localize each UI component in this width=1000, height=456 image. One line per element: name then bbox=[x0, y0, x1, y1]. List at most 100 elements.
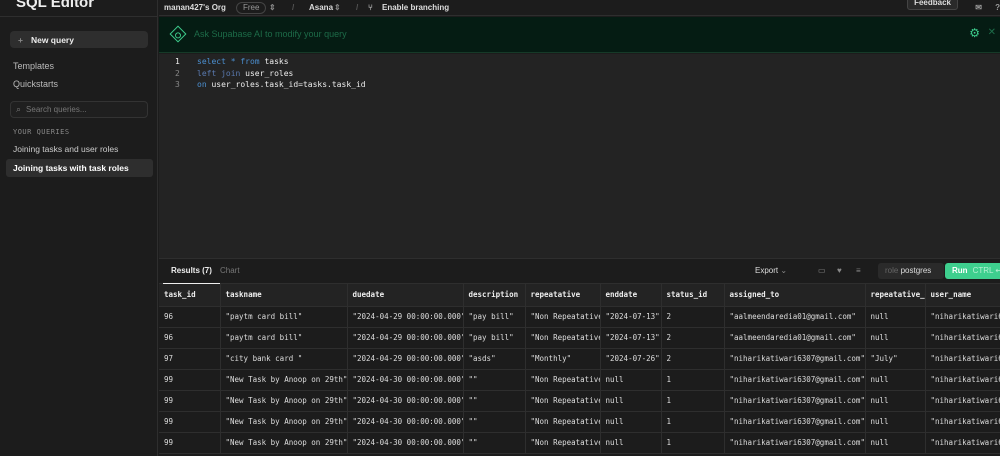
cell-repeatative_d[interactable]: "July" bbox=[865, 348, 926, 370]
cell-repeatative_d[interactable]: null bbox=[865, 369, 926, 391]
cell-enddate[interactable]: null bbox=[600, 432, 662, 454]
cell-enddate[interactable]: "2024-07-13" bbox=[600, 327, 662, 349]
cell-status_id[interactable]: 2 bbox=[661, 306, 725, 328]
cell-duedate[interactable]: "2024-04-29 00:00:00.000" bbox=[347, 306, 464, 328]
table-row[interactable]: 99 "New Task by Anoop on 29th" "2024-04-30… bbox=[159, 432, 1000, 454]
run-button[interactable]: Run CTRL ↵ bbox=[945, 263, 1000, 279]
cell-taskname[interactable]: "paytm card bill" bbox=[220, 327, 348, 349]
table-row[interactable]: 96 "paytm card bill" "2024-04-29 00:00:00.… bbox=[159, 327, 1000, 349]
cell-task_id[interactable]: 99 bbox=[159, 411, 221, 433]
chevron-updown-icon[interactable]: ⇕ bbox=[334, 3, 341, 13]
cell-assigned_to[interactable]: "niharikatiwari6307@gmail.com" bbox=[724, 348, 866, 370]
cell-repeatative[interactable]: "Non Repeatative" bbox=[525, 432, 601, 454]
cell-duedate[interactable]: "2024-04-30 00:00:00.000" bbox=[347, 390, 464, 412]
cell-status_id[interactable]: 1 bbox=[661, 390, 725, 412]
cell-assigned_to[interactable]: "aalmeendaredia01@gmail.com" bbox=[724, 306, 866, 328]
table-row[interactable]: 99 "New Task by Anoop on 29th" "2024-04-30… bbox=[159, 390, 1000, 412]
chevron-updown-icon[interactable]: ⇕ bbox=[269, 3, 276, 13]
help-icon[interactable]: ? bbox=[995, 3, 1000, 13]
cell-taskname[interactable]: "paytm card bill" bbox=[220, 306, 348, 328]
cell-enddate[interactable]: null bbox=[600, 369, 662, 391]
cell-description[interactable]: "asds" bbox=[463, 348, 526, 370]
cell-assigned_to[interactable]: "niharikatiwari6307@gmail.com" bbox=[724, 411, 866, 433]
query-item[interactable]: Joining tasks and user roles bbox=[6, 140, 153, 158]
column-header-repeatative[interactable]: repeatative bbox=[525, 284, 601, 307]
cell-duedate[interactable]: "2024-04-30 00:00:00.000" bbox=[347, 411, 464, 433]
cell-assigned_to[interactable]: "aalmeendaredia01@gmail.com" bbox=[724, 327, 866, 349]
tab-chart[interactable]: Chart bbox=[220, 266, 240, 275]
org-selector[interactable]: manan427's Org bbox=[164, 3, 226, 13]
cell-taskname[interactable]: "New Task by Anoop on 29th" bbox=[220, 390, 348, 412]
search-queries-input[interactable]: ⌕ Search queries... bbox=[10, 101, 148, 118]
cell-task_id[interactable]: 99 bbox=[159, 390, 221, 412]
table-row[interactable]: 99 "New Task by Anoop on 29th" "2024-04-30… bbox=[159, 411, 1000, 433]
cell-user_name[interactable]: "niharikatiwari6307 bbox=[925, 348, 1000, 370]
enable-branching-button[interactable]: Enable branching bbox=[382, 3, 449, 13]
cell-status_id[interactable]: 2 bbox=[661, 348, 725, 370]
cell-duedate[interactable]: "2024-04-30 00:00:00.000" bbox=[347, 369, 464, 391]
table-row[interactable]: 96 "paytm card bill" "2024-04-29 00:00:00.… bbox=[159, 306, 1000, 328]
cell-task_id[interactable]: 96 bbox=[159, 327, 221, 349]
close-icon[interactable]: ✕ bbox=[988, 27, 996, 38]
cell-taskname[interactable]: "New Task by Anoop on 29th" bbox=[220, 369, 348, 391]
cell-status_id[interactable]: 2 bbox=[661, 327, 725, 349]
column-header-description[interactable]: description bbox=[463, 284, 526, 307]
column-header-user_name[interactable]: user_name bbox=[925, 284, 1000, 307]
cell-user_name[interactable]: "niharikatiwari6307 bbox=[925, 306, 1000, 328]
heart-icon[interactable]: ♥ bbox=[837, 266, 842, 275]
cell-assigned_to[interactable]: "niharikatiwari6307@gmail.com" bbox=[724, 369, 866, 391]
cell-description[interactable]: "" bbox=[463, 369, 526, 391]
cell-repeatative[interactable]: "Non Repeatative" bbox=[525, 369, 601, 391]
cell-status_id[interactable]: 1 bbox=[661, 432, 725, 454]
query-item-active[interactable]: Joining tasks with task roles bbox=[6, 159, 153, 177]
cell-task_id[interactable]: 99 bbox=[159, 432, 221, 454]
cell-description[interactable]: "pay bill" bbox=[463, 306, 526, 328]
cell-assigned_to[interactable]: "niharikatiwari6307@gmail.com" bbox=[724, 390, 866, 412]
cell-repeatative[interactable]: "Non Repeatative" bbox=[525, 390, 601, 412]
cell-user_name[interactable]: "niharikatiwari6307 bbox=[925, 327, 1000, 349]
gear-icon[interactable]: ⚙ bbox=[969, 26, 980, 40]
cell-repeatative_d[interactable]: null bbox=[865, 390, 926, 412]
column-header-task_id[interactable]: task_id bbox=[159, 284, 221, 307]
cell-task_id[interactable]: 96 bbox=[159, 306, 221, 328]
cell-duedate[interactable]: "2024-04-29 00:00:00.000" bbox=[347, 327, 464, 349]
list-icon[interactable]: ≡ bbox=[856, 266, 861, 275]
cell-assigned_to[interactable]: "niharikatiwari6307@gmail.com" bbox=[724, 432, 866, 454]
project-selector[interactable]: Asana bbox=[309, 3, 333, 13]
cell-description[interactable]: "" bbox=[463, 390, 526, 412]
cell-taskname[interactable]: "New Task by Anoop on 29th" bbox=[220, 411, 348, 433]
cell-enddate[interactable]: "2024-07-26" bbox=[600, 348, 662, 370]
column-header-status_id[interactable]: status_id bbox=[661, 284, 725, 307]
cell-user_name[interactable]: "niharikatiwari6307 bbox=[925, 369, 1000, 391]
table-row[interactable]: 99 "New Task by Anoop on 29th" "2024-04-30… bbox=[159, 369, 1000, 391]
cell-user_name[interactable]: "niharikatiwari6307 bbox=[925, 411, 1000, 433]
cell-enddate[interactable]: null bbox=[600, 411, 662, 433]
export-button[interactable]: Export ⌄ bbox=[755, 266, 787, 275]
cell-repeatative_d[interactable]: null bbox=[865, 411, 926, 433]
cell-task_id[interactable]: 99 bbox=[159, 369, 221, 391]
column-header-assigned_to[interactable]: assigned_to bbox=[724, 284, 866, 307]
cell-repeatative[interactable]: "Non Repeatative" bbox=[525, 306, 601, 328]
new-query-button[interactable]: + New query bbox=[10, 31, 148, 48]
sql-editor[interactable]: 1 select * from tasks 2 left join user_r… bbox=[159, 54, 1000, 258]
tab-results[interactable]: Results (7) bbox=[163, 266, 220, 284]
cell-description[interactable]: "pay bill" bbox=[463, 327, 526, 349]
cell-taskname[interactable]: "city bank card " bbox=[220, 348, 348, 370]
cell-description[interactable]: "" bbox=[463, 411, 526, 433]
column-header-taskname[interactable]: taskname bbox=[220, 284, 348, 307]
cell-repeatative[interactable]: "Non Repeatative" bbox=[525, 327, 601, 349]
cell-repeatative[interactable]: "Monthly" bbox=[525, 348, 601, 370]
cell-repeatative_d[interactable]: null bbox=[865, 432, 926, 454]
cell-enddate[interactable]: "2024-07-13" bbox=[600, 306, 662, 328]
table-row[interactable]: 97 "city bank card " "2024-04-29 00:00:00.… bbox=[159, 348, 1000, 370]
quickstarts-link[interactable]: Quickstarts bbox=[13, 79, 58, 89]
cell-description[interactable]: "" bbox=[463, 432, 526, 454]
role-selector[interactable]: role postgres bbox=[878, 263, 944, 279]
column-header-enddate[interactable]: enddate bbox=[600, 284, 662, 307]
ai-assistant-bar[interactable]: Ask Supabase AI to modify your query ⚙ ✕ bbox=[159, 17, 1000, 53]
column-header-repeatative_d[interactable]: repeatative_d bbox=[865, 284, 926, 307]
ai-prompt-input[interactable]: Ask Supabase AI to modify your query bbox=[194, 29, 347, 39]
cell-repeatative_d[interactable]: null bbox=[865, 306, 926, 328]
inbox-icon[interactable]: ✉ bbox=[975, 3, 982, 13]
cell-user_name[interactable]: "niharikatiwari6307 bbox=[925, 390, 1000, 412]
